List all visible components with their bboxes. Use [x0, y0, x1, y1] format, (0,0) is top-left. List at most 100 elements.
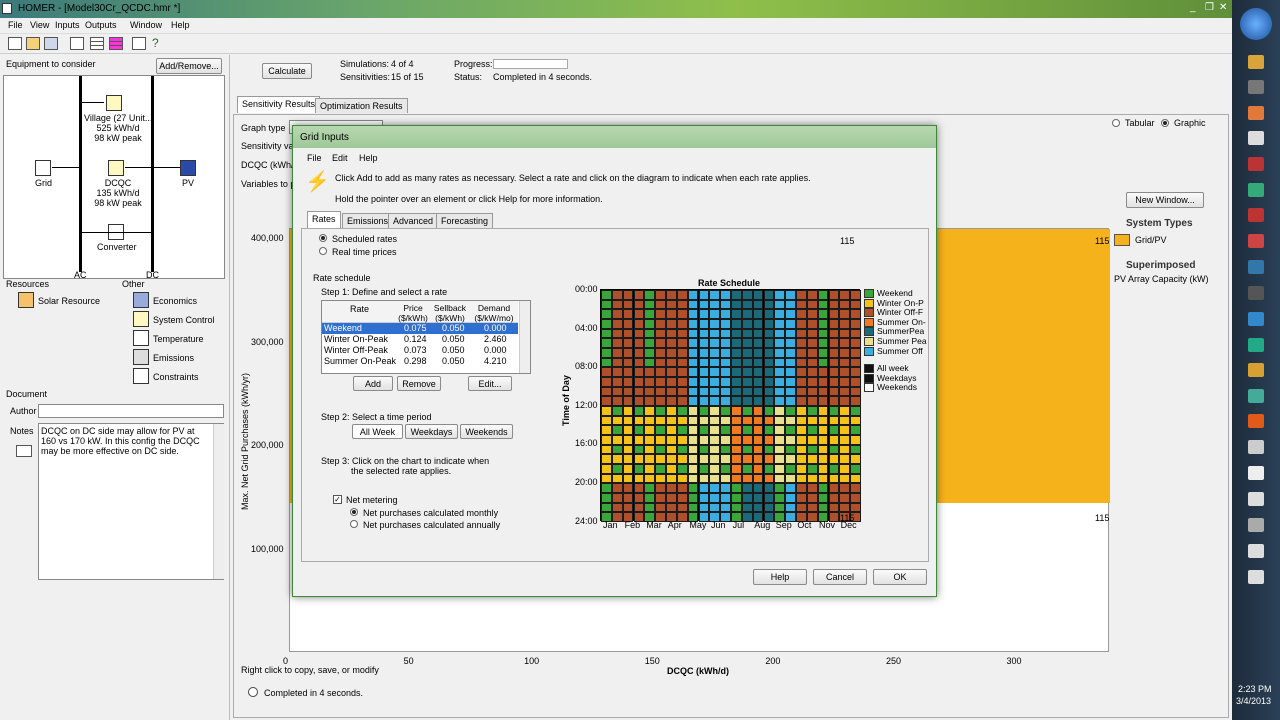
schedule-cell[interactable] [611, 377, 623, 387]
schedule-cell[interactable] [687, 377, 699, 387]
schedule-cell[interactable] [839, 328, 851, 339]
schedule-cell[interactable] [774, 309, 786, 319]
schedule-cell[interactable] [687, 348, 699, 358]
schedule-cell[interactable] [676, 367, 688, 377]
schedule-cell[interactable] [763, 357, 775, 368]
schedule-cell[interactable] [763, 338, 775, 348]
schedule-cell[interactable] [633, 367, 645, 377]
schedule-cell[interactable] [731, 348, 742, 358]
schedule-cell[interactable] [687, 328, 699, 339]
edit-rate-button[interactable]: Edit... [468, 376, 512, 391]
schedule-cell[interactable] [796, 444, 807, 455]
schedule-cell[interactable] [731, 425, 742, 435]
temperature-icon[interactable] [133, 330, 149, 346]
schedule-cell[interactable] [720, 309, 731, 319]
schedule-cell[interactable] [720, 406, 731, 416]
schedule-cell[interactable] [763, 377, 775, 387]
taskbar-app-icon[interactable] [1248, 518, 1264, 532]
schedule-cell[interactable] [687, 357, 699, 368]
schedule-cell[interactable] [644, 435, 656, 445]
schedule-cell[interactable] [763, 493, 775, 503]
close-icon[interactable]: ✕ [1219, 2, 1227, 13]
rate-schedule-grid[interactable] [600, 289, 861, 522]
schedule-cell[interactable] [666, 328, 677, 339]
schedule-cell[interactable] [741, 406, 753, 416]
schedule-cell[interactable] [774, 386, 786, 397]
schedule-cell[interactable] [839, 444, 851, 455]
schedule-cell[interactable] [796, 367, 807, 377]
schedule-cell[interactable] [633, 406, 645, 416]
schedule-cell[interactable] [611, 299, 623, 310]
schedule-cell[interactable] [774, 299, 786, 310]
schedule-cell[interactable] [817, 309, 829, 319]
schedule-cell[interactable] [731, 406, 742, 416]
schedule-cell[interactable] [611, 415, 623, 426]
schedule-cell[interactable] [720, 328, 731, 339]
schedule-cell[interactable] [806, 309, 818, 319]
schedule-cell[interactable] [763, 454, 775, 464]
schedule-cell[interactable] [785, 309, 796, 319]
open-folder-icon[interactable] [26, 37, 40, 50]
schedule-cell[interactable] [698, 483, 710, 493]
schedule-cell[interactable] [622, 348, 634, 358]
schedule-cell[interactable] [828, 396, 840, 406]
schedule-cell[interactable] [796, 338, 807, 348]
tab-advanced[interactable]: Advanced [388, 213, 439, 228]
schedule-cell[interactable] [622, 357, 634, 368]
schedule-cell[interactable] [666, 377, 677, 387]
schedule-cell[interactable] [687, 386, 699, 397]
schedule-cell[interactable] [720, 435, 731, 445]
schedule-cell[interactable] [806, 493, 818, 503]
schedule-cell[interactable] [709, 377, 721, 387]
schedule-cell[interactable] [601, 396, 612, 406]
schedule-cell[interactable] [839, 483, 851, 493]
schedule-cell[interactable] [839, 348, 851, 358]
schedule-cell[interactable] [763, 435, 775, 445]
schedule-cell[interactable] [785, 299, 796, 310]
schedule-cell[interactable] [817, 328, 829, 339]
schedule-cell[interactable] [644, 299, 656, 310]
schedule-cell[interactable] [698, 348, 710, 358]
schedule-cell[interactable] [785, 473, 796, 484]
schedule-cell[interactable] [644, 357, 656, 368]
schedule-cell[interactable] [666, 483, 677, 493]
net-monthly-radio[interactable] [350, 508, 358, 516]
taskbar-app-icon[interactable] [1248, 183, 1264, 197]
schedule-cell[interactable] [633, 473, 645, 484]
schedule-cell[interactable] [709, 415, 721, 426]
dialog-menu-file[interactable]: File [307, 153, 322, 163]
schedule-cell[interactable] [655, 396, 666, 406]
schedule-cell[interactable] [796, 435, 807, 445]
schedule-cell[interactable] [644, 444, 656, 455]
schedule-cell[interactable] [731, 435, 742, 445]
schedule-cell[interactable] [741, 367, 753, 377]
schedule-cell[interactable] [817, 357, 829, 368]
schedule-cell[interactable] [611, 406, 623, 416]
schedule-cell[interactable] [839, 309, 851, 319]
schedule-cell[interactable] [817, 493, 829, 503]
schedule-cell[interactable] [785, 338, 796, 348]
schedule-cell[interactable] [785, 328, 796, 339]
schedule-cell[interactable] [676, 483, 688, 493]
schedule-cell[interactable] [622, 454, 634, 464]
schedule-cell[interactable] [655, 502, 666, 513]
schedule-cell[interactable] [611, 483, 623, 493]
schedule-cell[interactable] [774, 396, 786, 406]
schedule-cell[interactable] [806, 348, 818, 358]
schedule-cell[interactable] [774, 425, 786, 435]
taskbar-app-icon[interactable] [1248, 208, 1264, 222]
schedule-cell[interactable] [731, 502, 742, 513]
schedule-cell[interactable] [850, 493, 861, 503]
schedule-cell[interactable] [774, 473, 786, 484]
schedule-cell[interactable] [828, 415, 840, 426]
schedule-cell[interactable] [709, 367, 721, 377]
schedule-cell[interactable] [666, 425, 677, 435]
taskbar-app-icon[interactable] [1248, 466, 1264, 480]
schedule-cell[interactable] [720, 415, 731, 426]
menu-inputs[interactable]: Inputs [55, 20, 80, 30]
schedule-cell[interactable] [817, 444, 829, 455]
schedule-cell[interactable] [611, 328, 623, 339]
schedule-cell[interactable] [611, 502, 623, 513]
schedule-cell[interactable] [633, 454, 645, 464]
schedule-cell[interactable] [676, 319, 688, 329]
